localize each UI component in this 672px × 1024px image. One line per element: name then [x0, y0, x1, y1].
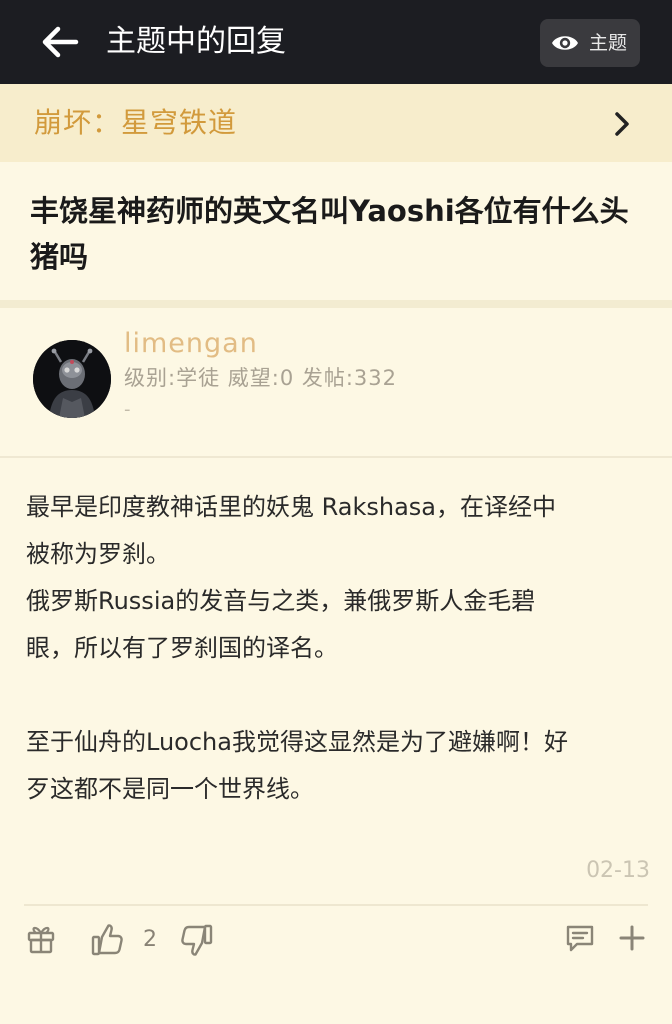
reply-line: 俄罗斯Russia的发音与之类，兼俄罗斯人金毛碧	[26, 587, 536, 615]
author-signature: -	[124, 399, 131, 420]
author-divider	[0, 456, 672, 458]
page-title: 主题中的回复	[106, 24, 286, 59]
reply-line: 至于仙舟的Luocha我觉得这显然是为了避嫌啊！好	[26, 728, 568, 756]
topic-button[interactable]: 主题	[540, 19, 640, 67]
back-arrow-icon[interactable]	[40, 24, 80, 60]
reply-content: 最早是印度教神话里的妖鬼 Rakshasa，在译经中 被称为罗刹。 俄罗斯Rus…	[26, 484, 646, 813]
forum-link[interactable]: 崩坏：星穹铁道	[0, 84, 672, 162]
author-stats: 级别:学徒 威望:0 发帖:332	[124, 366, 398, 390]
post-title: 丰饶星神药师的英文名叫Yaoshi各位有什么头猪吗	[30, 194, 629, 274]
chevron-right-icon	[615, 112, 629, 136]
top-bar: 主题中的回复 主题	[0, 0, 672, 84]
avatar[interactable]	[33, 340, 111, 418]
avatar-image	[33, 340, 111, 418]
topic-button-label: 主题	[589, 32, 628, 54]
reply-line: 眼，所以有了罗刹国的译名。	[26, 634, 338, 662]
comment-icon[interactable]	[564, 922, 596, 954]
section-divider	[0, 300, 672, 308]
reply-line: 歹这都不是同一个世界线。	[26, 775, 314, 803]
reply-line: 最早是印度教神话里的妖鬼 Rakshasa，在译经中	[26, 493, 557, 521]
thumbs-up-icon[interactable]	[90, 922, 124, 958]
reply-line: 被称为罗刹。	[26, 540, 170, 568]
footer-divider	[24, 904, 648, 906]
forum-name: 崩坏：星穹铁道	[34, 106, 238, 139]
plus-icon[interactable]	[618, 924, 646, 952]
thumbs-down-icon[interactable]	[180, 922, 214, 958]
gift-icon[interactable]	[26, 922, 56, 954]
reply-line	[26, 672, 646, 719]
reply-date: 02-13	[586, 858, 650, 883]
eye-icon	[552, 36, 578, 50]
author-name[interactable]: limengan	[124, 326, 258, 362]
like-count: 2	[143, 927, 157, 952]
